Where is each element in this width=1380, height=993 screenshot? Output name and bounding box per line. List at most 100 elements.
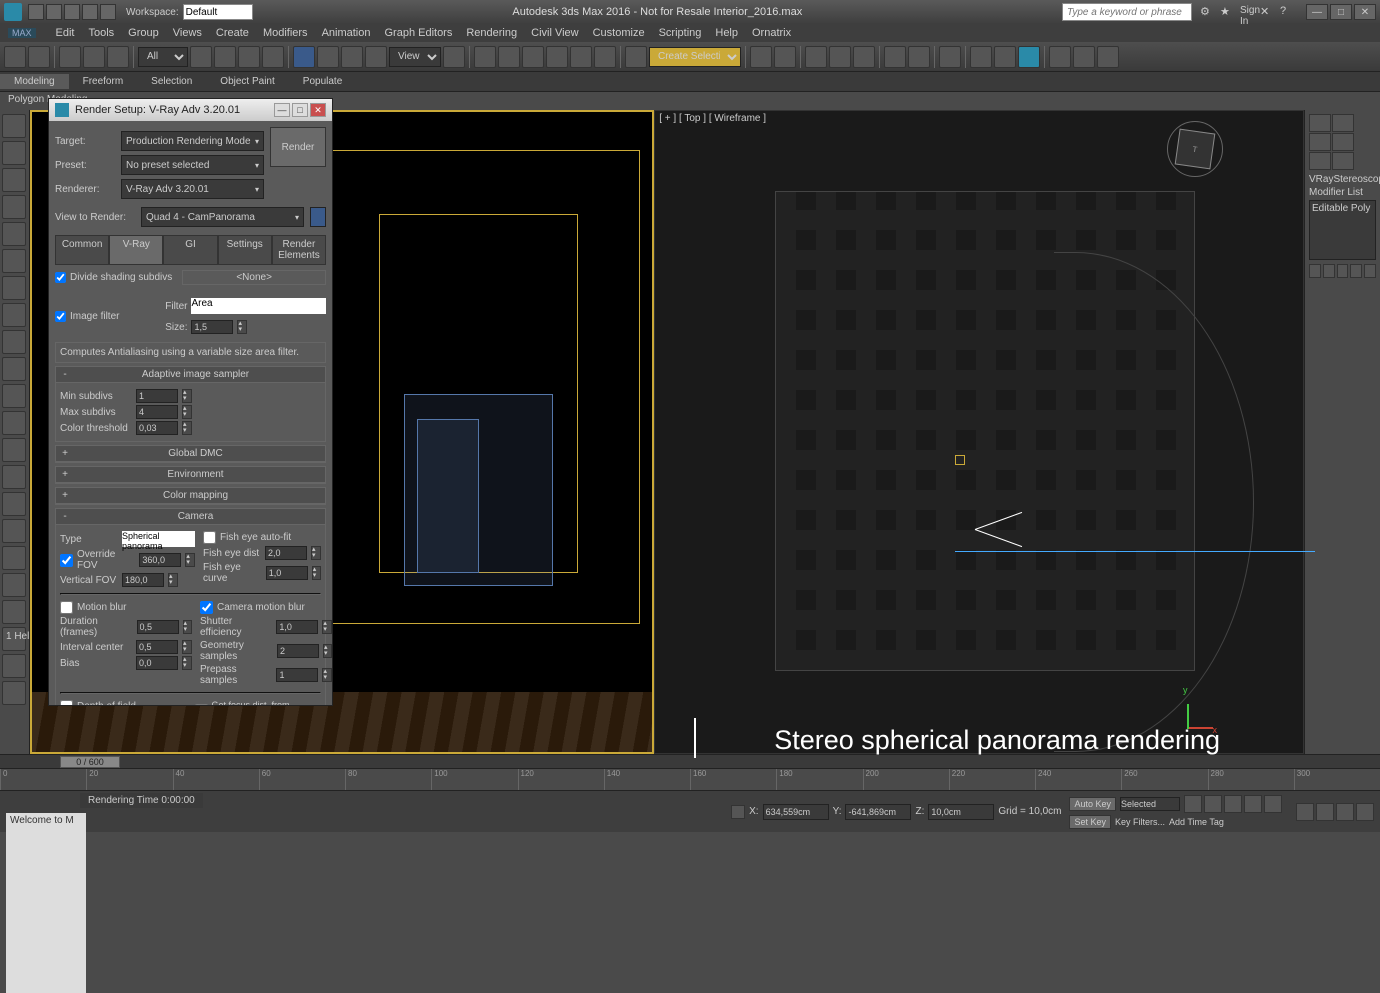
qat-save-icon[interactable] — [64, 4, 80, 20]
rendered-frame-icon[interactable] — [994, 46, 1016, 68]
viewport-nav-3-icon[interactable] — [1336, 803, 1354, 821]
left-tool-14-icon[interactable] — [2, 465, 26, 489]
goto-start-icon[interactable] — [1184, 795, 1202, 813]
menu-tools[interactable]: Tools — [88, 27, 114, 39]
menu-customize[interactable]: Customize — [593, 27, 645, 39]
snap-percent-icon[interactable] — [570, 46, 592, 68]
sampler-rollout-head[interactable]: Adaptive image sampler — [70, 369, 321, 380]
render-iterative-icon[interactable] — [1049, 46, 1071, 68]
override-fov-checkbox[interactable] — [60, 554, 73, 567]
menu-rendering[interactable]: Rendering — [466, 27, 517, 39]
menu-edit[interactable]: Edit — [56, 27, 75, 39]
ribbon-tab-populate[interactable]: Populate — [289, 74, 356, 89]
prepass-input[interactable] — [276, 668, 318, 682]
coord-x-input[interactable] — [763, 804, 829, 820]
menu-animation[interactable]: Animation — [322, 27, 371, 39]
motion-blur-checkbox[interactable] — [60, 601, 73, 614]
menu-help[interactable]: Help — [715, 27, 738, 39]
search-input[interactable] — [1062, 3, 1192, 21]
left-tool-12-icon[interactable] — [2, 411, 26, 435]
select-scale-icon[interactable] — [341, 46, 363, 68]
select-move-icon[interactable] — [293, 46, 315, 68]
rollout-color-mapping[interactable]: Color mapping — [70, 490, 321, 501]
view-to-render-dropdown[interactable]: Quad 4 - CamPanorama — [141, 207, 304, 227]
key-filters-button[interactable]: Key Filters... — [1115, 817, 1165, 827]
ribbon-toggle-icon[interactable] — [853, 46, 875, 68]
qat-new-icon[interactable] — [28, 4, 44, 20]
modifier-item[interactable]: Editable Poly — [1312, 203, 1373, 214]
tab-gi[interactable]: GI — [163, 235, 217, 265]
fisheye-autofit-checkbox[interactable] — [203, 531, 216, 544]
tab-common[interactable]: Common — [55, 235, 109, 265]
mirror-icon[interactable] — [750, 46, 772, 68]
maxscript-prompt[interactable]: Welcome to M — [6, 813, 86, 993]
curve-editor-icon[interactable] — [884, 46, 906, 68]
clr-thresh-input[interactable] — [136, 421, 178, 435]
layer-icon[interactable] — [805, 46, 827, 68]
select-rotate-icon[interactable] — [317, 46, 339, 68]
add-time-tag[interactable]: Add Time Tag — [1169, 817, 1224, 827]
signin-link[interactable]: Sign In — [1240, 5, 1254, 19]
coord-y-input[interactable] — [845, 804, 911, 820]
left-tool-6-icon[interactable] — [2, 249, 26, 273]
tab-vray[interactable]: V-Ray — [109, 235, 163, 265]
min-subdivs-spinner[interactable] — [182, 389, 192, 403]
manipulate-icon[interactable] — [474, 46, 496, 68]
render-button[interactable]: Render — [270, 127, 326, 167]
left-tool-19-icon[interactable] — [2, 600, 26, 624]
named-selection-dropdown[interactable]: Create Selection Se — [649, 47, 741, 67]
viewport-nav-1-icon[interactable] — [1296, 803, 1314, 821]
menu-create[interactable]: Create — [216, 27, 249, 39]
goto-end-icon[interactable] — [1264, 795, 1282, 813]
key-filter-dropdown[interactable] — [1120, 797, 1180, 811]
select-object-icon[interactable] — [190, 46, 212, 68]
viewport-top[interactable]: [ + ] [ Top ] [ Wireframe ] T xy — [654, 110, 1304, 754]
menu-scripting[interactable]: Scripting — [659, 27, 702, 39]
preset-dropdown[interactable]: No preset selected — [121, 155, 264, 175]
ref-coord-dropdown[interactable]: View — [389, 47, 441, 67]
viewcube[interactable]: T — [1167, 121, 1223, 177]
render-preset-icon[interactable] — [1097, 46, 1119, 68]
size-input[interactable] — [191, 320, 233, 334]
redo-icon[interactable] — [28, 46, 50, 68]
qat-undo-icon[interactable] — [82, 4, 98, 20]
left-tool-17-icon[interactable] — [2, 546, 26, 570]
cp-tab-utilities-icon[interactable] — [1332, 152, 1354, 170]
next-frame-icon[interactable] — [1244, 795, 1262, 813]
override-fov-input[interactable] — [139, 553, 181, 567]
left-tool-4-icon[interactable] — [2, 195, 26, 219]
vertical-fov-input[interactable] — [122, 573, 164, 587]
divide-shading-checkbox[interactable] — [55, 272, 66, 283]
cp-tab-display-icon[interactable] — [1309, 152, 1331, 170]
close-button[interactable]: ✕ — [1354, 4, 1376, 20]
geom-samples-input[interactable] — [277, 644, 319, 658]
max-subdivs-spinner[interactable] — [182, 405, 192, 419]
rollout-camera[interactable]: Camera — [70, 511, 321, 522]
left-tool-8-icon[interactable] — [2, 303, 26, 327]
menu-group[interactable]: Group — [128, 27, 159, 39]
dof-checkbox[interactable] — [60, 700, 73, 705]
interval-input[interactable] — [136, 640, 178, 654]
play-icon[interactable] — [1224, 795, 1242, 813]
none-button[interactable]: <None> — [182, 270, 326, 285]
autokey-button[interactable]: Auto Key — [1069, 797, 1116, 811]
dialog-minimize-button[interactable]: — — [274, 103, 290, 117]
viewport-nav-2-icon[interactable] — [1316, 803, 1334, 821]
left-tool-1-icon[interactable] — [2, 114, 26, 138]
bias-input[interactable] — [136, 656, 178, 670]
left-tool-11-icon[interactable] — [2, 384, 26, 408]
modifier-list-label[interactable]: Modifier List — [1309, 187, 1376, 198]
menu-graph-editors[interactable]: Graph Editors — [384, 27, 452, 39]
filter-dropdown[interactable]: Area — [191, 298, 326, 314]
menu-ornatrix[interactable]: Ornatrix — [752, 27, 791, 39]
workspace-dropdown[interactable] — [183, 4, 253, 20]
menu-views[interactable]: Views — [173, 27, 202, 39]
link-icon[interactable] — [59, 46, 81, 68]
placement-icon[interactable] — [365, 46, 387, 68]
left-tool-5-icon[interactable] — [2, 222, 26, 246]
viewport-nav-4-icon[interactable] — [1356, 803, 1374, 821]
app-icon[interactable] — [4, 3, 22, 21]
snap-angle-icon[interactable] — [546, 46, 568, 68]
qat-open-icon[interactable] — [46, 4, 62, 20]
left-tool-3-icon[interactable] — [2, 168, 26, 192]
